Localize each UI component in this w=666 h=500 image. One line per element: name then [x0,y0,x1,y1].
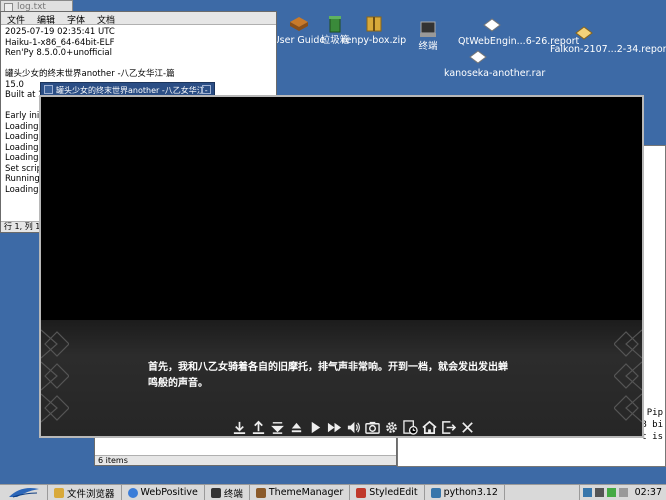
terminal-icon [210,487,221,498]
terminal-icon [420,21,436,37]
taskbar-item-stylededit[interactable]: StyledEdit [350,485,425,500]
close-icon[interactable] [459,419,476,436]
desktop-icon-falkon-report[interactable]: Falkon-2107...2-34.report [549,23,666,55]
fast-forward-icon[interactable] [326,419,343,436]
leaf-menu-button[interactable] [0,484,48,500]
desktop-icon-label: Falkon-2107...2-34.report [550,44,666,55]
dialogue-text: 首先，我和八乙女骑着各自的旧摩托，排气声非常响。开到一档，就会发出发出蝉鸣般的声… [148,362,508,389]
log-line: 2025-07-19 02:35:41 UTC [5,27,115,37]
dialogue-box[interactable]: 首先，我和八乙女骑着各自的旧摩托，排气声非常响。开到一档，就会发出发出蝉鸣般的声… [41,320,642,436]
menu-file[interactable]: 文件 [1,12,31,26]
report-file-icon [483,18,501,32]
close-box-icon[interactable] [44,85,53,94]
taskbar: 文件浏览器 WebPositive 终端 ThemeManager Styled… [0,484,666,500]
eject-icon[interactable] [288,419,305,436]
pen-icon [356,487,367,498]
zip-archive-icon [366,16,382,32]
left-ornament-icon [41,329,69,423]
taskbar-item-label: python3.12 [443,487,498,498]
taskbar-item-thememanager[interactable]: ThemeManager [250,485,351,500]
menu-font[interactable]: 字体 [61,12,91,26]
menu-bar: 文件 编辑 字体 文档 [1,12,276,26]
volume-icon[interactable] [345,419,362,436]
taskbar-item-label: ThemeManager [268,487,344,498]
desktop-icon-label: 终端 [418,41,438,52]
system-tray: 02:37 [578,485,666,500]
zoom-box-icon[interactable] [202,85,211,94]
log-line: Haiku-1-x86_64-64bit-ELF [5,37,115,48]
log-line: Ren'Py 8.5.0.0+unofficial [5,48,112,58]
skip-down-icon[interactable] [269,419,286,436]
taskbar-item-label: WebPositive [140,487,198,498]
desktop-icon-label: kanoseka-another.rar [444,68,546,79]
exit-icon[interactable] [440,419,457,436]
haiku-leaf-icon [8,487,39,497]
desktop-icon-kanoseka-rar[interactable]: kanoseka-another.rar [443,47,545,79]
file-status: 6 items [95,455,396,465]
menu-edit[interactable]: 编辑 [31,12,61,26]
taskbar-item-label: 文件浏览器 [67,488,115,500]
network-icon[interactable] [594,488,604,497]
history-icon[interactable] [402,419,419,436]
menu-document[interactable]: 文档 [91,12,121,26]
taskbar-item-file-browser[interactable]: 文件浏览器 [48,485,122,500]
play-icon[interactable] [307,419,324,436]
taskbar-item-label: 终端 [223,488,243,500]
taskbar-item-terminal[interactable]: 终端 [205,485,250,500]
home-icon[interactable] [421,419,438,436]
game-window[interactable]: 首先，我和八乙女骑着各自的旧摩托，排气声非常响。开到一档，就会发出发出蝉鸣般的声… [39,95,644,438]
globe-icon [127,487,138,498]
report-file-icon [575,26,593,40]
volume-icon[interactable] [618,488,628,497]
taskbar-item-label: StyledEdit [369,487,418,498]
game-window-tab[interactable]: 罐头少女的终末世界another -八乙女华江-篇 [40,82,215,106]
camera-icon[interactable] [364,419,381,436]
battery-icon[interactable] [606,488,616,497]
download-icon[interactable] [231,419,248,436]
archive-file-icon [469,50,487,64]
taskbar-item-webpositive[interactable]: WebPositive [122,485,205,500]
theme-icon [255,487,266,498]
terminal-line: t is [641,432,663,442]
keyboard-icon[interactable] [582,488,592,497]
upload-icon[interactable] [250,419,267,436]
right-ornament-icon [614,329,642,423]
log-line: 罐头少女的终末世界another -八乙女华江-篇 [5,69,175,79]
gear-icon[interactable] [383,419,400,436]
taskbar-item-python[interactable]: python3.12 [425,485,505,500]
quick-menu [231,419,476,436]
file-browser-icon [54,487,64,498]
desktop-icon-qtwebengine-report[interactable]: QtWebEngin...6-26.report [457,15,579,47]
python-icon [430,487,441,498]
clock[interactable]: 02:37 [631,487,666,498]
